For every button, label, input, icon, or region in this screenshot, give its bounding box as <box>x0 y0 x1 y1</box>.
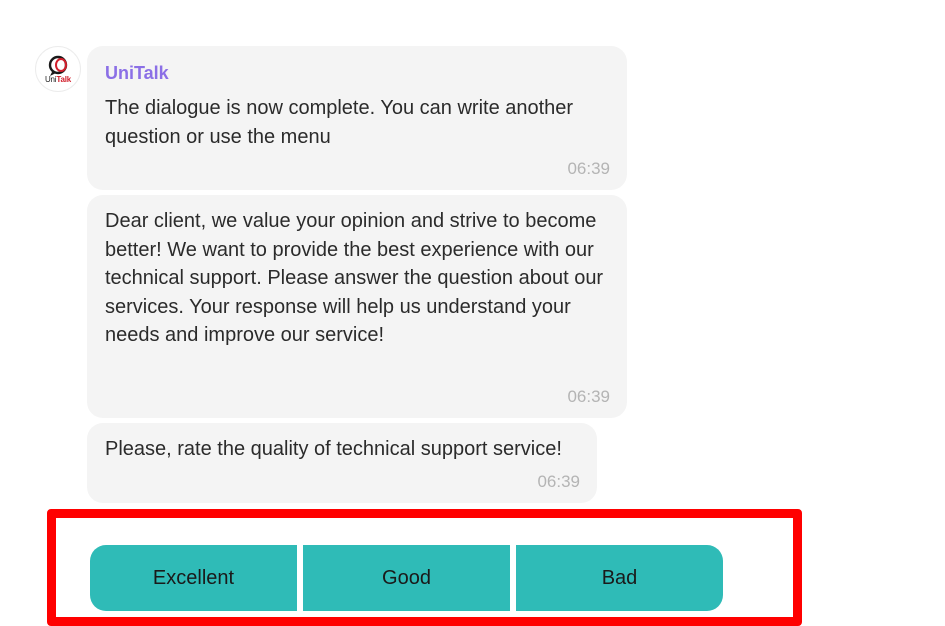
unitalk-logo-icon <box>48 55 68 76</box>
rating-excellent-button[interactable]: Excellent <box>90 545 297 611</box>
message-time: 06:39 <box>567 387 610 406</box>
sender-name: UniTalk <box>105 63 169 83</box>
message-time: 06:39 <box>567 159 610 178</box>
rating-bad-button[interactable]: Bad <box>516 545 723 611</box>
message-text: Please, rate the quality of technical su… <box>105 438 562 460</box>
rating-good-button[interactable]: Good <box>303 545 510 611</box>
message-bubble: UniTalk The dialogue is now complete. Yo… <box>87 46 627 190</box>
message-bubble: Dear client, we value your opinion and s… <box>87 195 627 418</box>
message-bubble: Please, rate the quality of technical su… <box>87 423 597 503</box>
message-time: 06:39 <box>537 472 580 491</box>
message-text: Dear client, we value your opinion and s… <box>105 210 604 347</box>
message-text: The dialogue is now complete. You can wr… <box>105 97 574 148</box>
rating-buttons: Excellent Good Bad <box>90 545 723 611</box>
bot-avatar: UniTalk <box>35 46 81 92</box>
logo-wordmark: UniTalk <box>44 75 72 84</box>
